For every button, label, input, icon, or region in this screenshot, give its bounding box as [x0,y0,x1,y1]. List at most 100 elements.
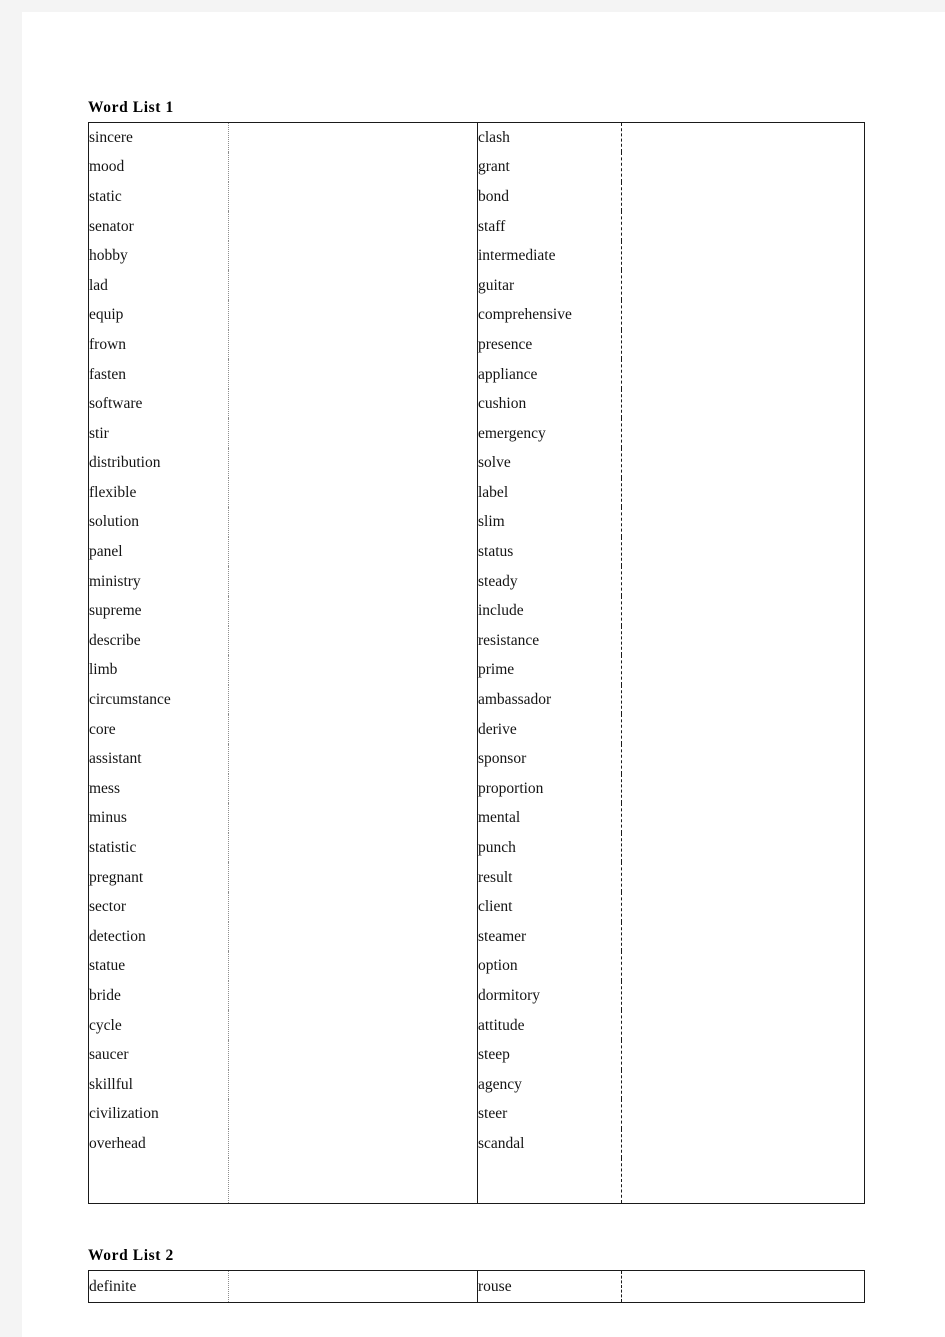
answer-blank-left[interactable] [228,1270,478,1303]
answer-blank-right[interactable] [621,714,865,744]
answer-blank-right[interactable] [621,1069,865,1100]
answer-blank-right[interactable] [621,211,865,241]
word-entry-right: sponsor [477,743,622,774]
answer-blank-right[interactable] [621,1010,865,1040]
answer-blank-left[interactable] [228,773,478,804]
answer-blank-left[interactable] [228,803,478,833]
answer-blank-left[interactable] [228,329,478,360]
answer-blank-left[interactable] [228,240,478,271]
answer-blank-right[interactable] [621,1099,865,1129]
answer-blank-left[interactable] [228,625,478,656]
answer-blank-left[interactable] [228,122,478,153]
word-entry-left: minus [88,803,229,833]
word-entry-right: status [477,536,622,567]
word-entry-right: label [477,477,622,508]
answer-blank-left[interactable] [228,1010,478,1040]
answer-blank-right[interactable] [621,329,865,360]
answer-blank-right[interactable] [621,773,865,804]
answer-blank-left[interactable] [228,211,478,241]
answer-blank-left[interactable] [228,1099,478,1129]
answer-blank-left[interactable] [228,536,478,567]
answer-blank-right[interactable] [621,1039,865,1070]
answer-blank-left[interactable] [228,921,478,952]
word-entry-right: slim [477,507,622,537]
answer-blank-left[interactable] [228,477,478,508]
answer-blank-right[interactable] [621,359,865,389]
answer-blank-right[interactable] [621,625,865,656]
answer-blank-empty[interactable] [228,1158,478,1204]
word-entry-left: statue [88,951,229,981]
answer-blank-left[interactable] [228,980,478,1011]
answer-blank-right[interactable] [621,181,865,212]
word-entry-right: prime [477,655,622,685]
answer-blank-left[interactable] [228,655,478,685]
word-entry-right: include [477,596,622,626]
table-row: frown presence [88,329,865,360]
word-entry-left: circumstance [88,684,229,715]
answer-blank-right[interactable] [621,862,865,892]
answer-blank-right[interactable] [621,951,865,981]
answer-blank-left[interactable] [228,891,478,922]
answer-blank-right[interactable] [621,566,865,596]
answer-blank-right[interactable] [621,891,865,922]
answer-blank-left[interactable] [228,566,478,596]
table-row: hobby intermediate [88,240,865,271]
answer-blank-left[interactable] [228,181,478,212]
word-entry-left: mess [88,773,229,804]
table-row: statistic punch [88,832,865,863]
answer-blank-right[interactable] [621,743,865,774]
answer-blank-left[interactable] [228,684,478,715]
word-entry-left: describe [88,625,229,656]
answer-blank-right[interactable] [621,477,865,508]
answer-blank-left[interactable] [228,359,478,389]
answer-blank-right[interactable] [621,1128,865,1159]
answer-blank-right[interactable] [621,803,865,833]
answer-blank-right[interactable] [621,152,865,182]
answer-blank-left[interactable] [228,507,478,537]
answer-blank-right[interactable] [621,270,865,301]
table-row: senator staff [88,211,865,241]
answer-blank-left[interactable] [228,300,478,330]
answer-blank-right[interactable] [621,655,865,685]
answer-blank-left[interactable] [228,448,478,478]
answer-blank-left[interactable] [228,418,478,449]
answer-blank-empty[interactable] [477,1158,622,1204]
table-row: distribution solve [88,448,865,478]
answer-blank-left[interactable] [228,832,478,863]
answer-blank-right[interactable] [621,388,865,419]
answer-blank-right[interactable] [621,507,865,537]
answer-blank-right[interactable] [621,448,865,478]
answer-blank-left[interactable] [228,862,478,892]
answer-blank-left[interactable] [228,714,478,744]
word-entry-left: statistic [88,832,229,863]
answer-blank-left[interactable] [228,1128,478,1159]
answer-blank-right[interactable] [621,418,865,449]
answer-blank-right[interactable] [621,832,865,863]
answer-blank-right[interactable] [621,684,865,715]
answer-blank-left[interactable] [228,270,478,301]
answer-blank-left[interactable] [228,1039,478,1070]
answer-blank-right[interactable] [621,980,865,1011]
answer-blank-left[interactable] [228,152,478,182]
answer-blank-left[interactable] [228,1069,478,1100]
answer-blank-right[interactable] [621,536,865,567]
answer-blank-right[interactable] [621,300,865,330]
answer-blank-left[interactable] [228,743,478,774]
word-entry-right: derive [477,714,622,744]
table-row: skillful agency [88,1069,865,1100]
answer-blank-empty[interactable] [88,1158,229,1204]
word-entry-right: rouse [477,1270,622,1303]
word-entry-left: cycle [88,1010,229,1040]
answer-blank-left[interactable] [228,596,478,626]
answer-blank-right[interactable] [621,122,865,153]
table-row: circumstance ambassador [88,684,865,715]
answer-blank-right[interactable] [621,240,865,271]
word-entry-right: steep [477,1039,622,1070]
word-entry-right: bond [477,181,622,212]
answer-blank-left[interactable] [228,951,478,981]
answer-blank-right[interactable] [621,921,865,952]
answer-blank-left[interactable] [228,388,478,419]
answer-blank-right[interactable] [621,596,865,626]
answer-blank-right[interactable] [621,1270,865,1303]
answer-blank-empty[interactable] [621,1158,865,1204]
